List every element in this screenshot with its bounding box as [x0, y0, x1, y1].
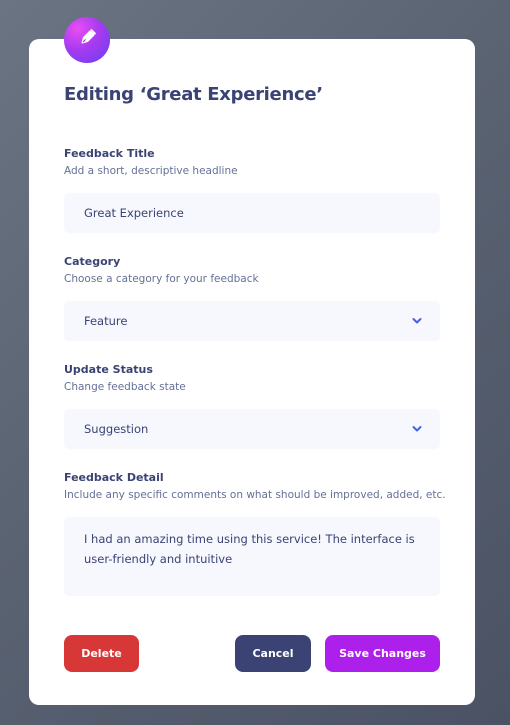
edit-feedback-badge	[64, 17, 110, 63]
chevron-down-icon	[412, 314, 422, 331]
chevron-down-icon	[412, 422, 422, 439]
save-changes-button[interactable]: Save Changes	[325, 635, 440, 672]
feedback-title-input[interactable]: Great Experience	[64, 193, 440, 233]
category-select[interactable]: Feature	[64, 301, 440, 341]
pen-icon	[77, 28, 97, 52]
page-title: Editing ‘Great Experience’	[64, 84, 323, 105]
feedback-title-value: Great Experience	[84, 206, 184, 220]
category-value: Feature	[84, 314, 128, 328]
detail-label: Feedback Detail	[64, 471, 164, 484]
status-label: Update Status	[64, 363, 153, 376]
feedback-title-description: Add a short, descriptive headline	[64, 165, 238, 177]
category-description: Choose a category for your feedback	[64, 273, 259, 285]
cancel-button[interactable]: Cancel	[235, 635, 311, 672]
category-label: Category	[64, 255, 121, 268]
status-select[interactable]: Suggestion	[64, 409, 440, 449]
edit-feedback-card: Editing ‘Great Experience’ Feedback Titl…	[29, 39, 475, 705]
feedback-detail-value: I had an amazing time using this service…	[84, 532, 415, 566]
status-description: Change feedback state	[64, 381, 186, 393]
detail-description: Include any specific comments on what sh…	[64, 489, 446, 501]
status-value: Suggestion	[84, 422, 149, 436]
delete-button[interactable]: Delete	[64, 635, 139, 672]
feedback-detail-textarea[interactable]: I had an amazing time using this service…	[64, 517, 440, 596]
feedback-title-label: Feedback Title	[64, 147, 155, 160]
